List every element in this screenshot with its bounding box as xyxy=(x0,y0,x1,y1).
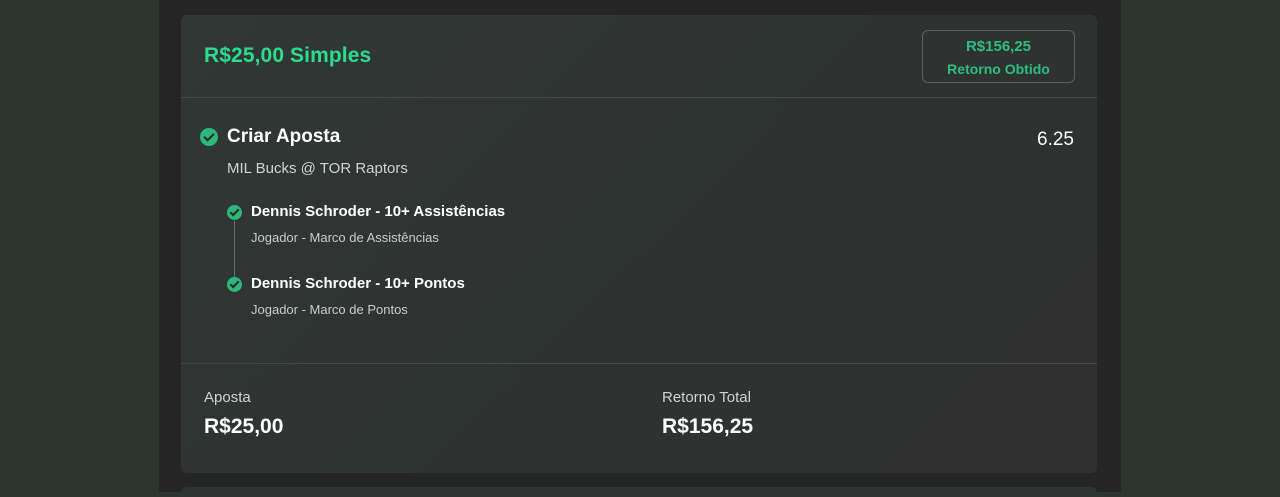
check-circle-icon xyxy=(227,205,242,220)
check-circle-icon xyxy=(200,128,218,146)
bet-odds: 6.25 xyxy=(1037,129,1074,150)
bet-type-title: R$25,00 Simples xyxy=(204,44,372,67)
next-bet-card xyxy=(181,487,1097,497)
selection-title: Dennis Schroder - 10+ Pontos xyxy=(251,275,465,292)
return-badge: R$156,25 Retorno Obtido xyxy=(922,30,1075,83)
selection-subtitle: Jogador - Marco de Assistências xyxy=(251,230,439,245)
card-header: R$25,00 Simples R$156,25 Retorno Obtido xyxy=(181,15,1097,98)
total-return-label: Retorno Total xyxy=(662,389,751,406)
bet-title: Criar Aposta xyxy=(227,126,341,147)
bet-card: R$25,00 Simples R$156,25 Retorno Obtido … xyxy=(181,15,1097,473)
card-footer: Aposta R$25,00 Retorno Total R$156,25 xyxy=(181,363,1097,473)
stake-value: R$25,00 xyxy=(204,415,284,438)
return-label: Retorno Obtido xyxy=(947,61,1050,77)
selection-subtitle: Jogador - Marco de Pontos xyxy=(251,302,408,317)
check-circle-icon xyxy=(227,277,242,292)
stake-label: Aposta xyxy=(204,389,251,406)
total-return-value: R$156,25 xyxy=(662,415,754,438)
selection-title: Dennis Schroder - 10+ Assistências xyxy=(251,203,506,220)
selection-connector-line xyxy=(234,221,235,283)
event-name: MIL Bucks @ TOR Raptors xyxy=(227,160,408,177)
return-amount: R$156,25 xyxy=(965,38,1032,55)
